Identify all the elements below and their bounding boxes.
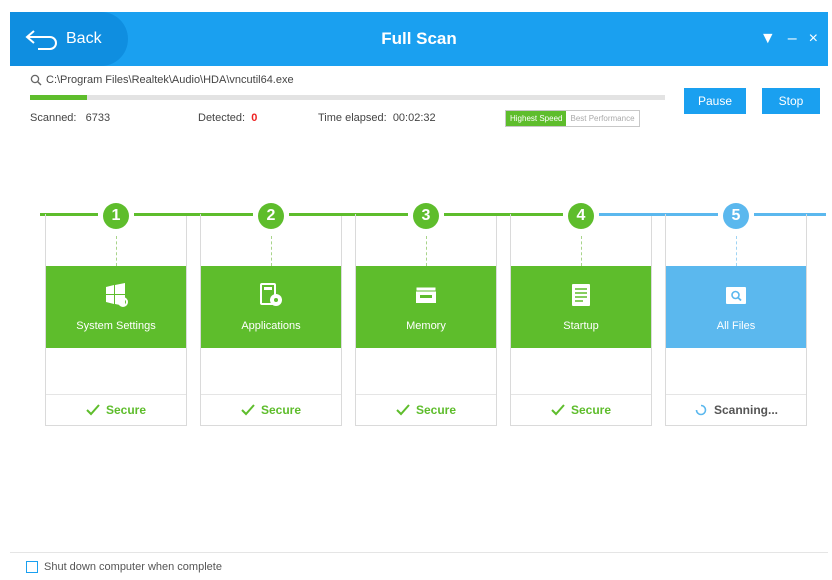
search-icon [30,74,42,86]
checkmark-icon [86,403,100,415]
step-number-node: 1 [100,200,132,232]
step-dashed-connector [116,236,117,266]
settings-icon [106,283,128,307]
step-category-label: Applications [241,320,301,332]
close-icon[interactable]: × [809,30,818,48]
scan-progress-fill [30,95,88,100]
stop-button[interactable]: Stop [762,88,820,114]
memory-icon [415,286,437,303]
step-number-node: 5 [720,200,752,232]
step-number: 5 [723,203,749,229]
scan-progress-bar [30,95,665,100]
step-status: Secure [46,394,186,424]
shutdown-checkbox[interactable] [26,560,38,573]
step-category-panel: Startup [511,266,651,348]
step-number-node: 4 [565,200,597,232]
step-status: Scanning... [666,394,806,424]
menu-icon[interactable]: ▼ [760,30,776,48]
step-dashed-connector [271,236,272,266]
step-number: 1 [103,203,129,229]
highest-speed-option[interactable]: Highest Speed [506,111,567,126]
detected-stat: Detected: 0 [198,112,257,124]
back-arrow-icon [25,30,57,50]
step-dashed-connector [581,236,582,266]
pause-button[interactable]: Pause [684,88,746,114]
current-file-text: C:\Program Files\Realtek\Audio\HDA\vncut… [46,74,294,86]
best-performance-option[interactable]: Best Performance [566,111,639,126]
step-status-text: Secure [415,402,457,417]
step-dashed-connector [736,236,737,266]
step-category-label: Memory [406,320,446,332]
step-status: Secure [201,394,341,424]
step-status-text: Scanning... [713,402,778,417]
title-bar: Back Full Scan ▼ – × [10,12,828,66]
step-category-label: System Settings [76,320,156,332]
checkmark-icon [241,403,255,415]
elapsed-value: 00:02:32 [392,112,436,124]
scanned-stat: Scanned: 6733 [30,112,110,124]
shutdown-label: Shut down computer when complete [44,560,222,573]
applications-icon [260,283,282,306]
step-number: 4 [568,203,594,229]
step-status-text: Secure [105,402,147,417]
back-button[interactable]: Back [10,12,128,66]
all-files-icon [726,287,746,304]
checkmark-icon [396,403,410,415]
step-number: 3 [413,203,439,229]
speed-mode-toggle: Highest Speed Best Performance [505,110,640,127]
current-file-path: C:\Program Files\Realtek\Audio\HDA\vncut… [30,74,294,86]
step-category-panel: System Settings [46,266,186,348]
startup-icon [572,284,590,306]
step-number-node: 3 [410,200,442,232]
checkmark-icon [551,403,565,415]
elapsed-label: Time elapsed: [318,112,387,124]
back-label: Back [66,30,102,47]
step-category-panel: All Files [666,266,806,348]
loading-spinner-icon [695,404,707,415]
step-category-panel: Memory [356,266,496,348]
detected-value: 0 [251,112,258,124]
footer: Shut down computer when complete [10,552,828,580]
window-title: Full Scan [381,29,457,48]
step-dashed-connector [426,236,427,266]
minimize-icon[interactable]: – [788,30,797,48]
elapsed-stat: Time elapsed: 00:02:32 [318,112,436,124]
step-number-node: 2 [255,200,287,232]
scanned-value: 6733 [85,112,111,124]
step-number: 2 [258,203,284,229]
step-category-panel: Applications [201,266,341,348]
step-category-label: Startup [563,320,599,332]
step-status: Secure [356,394,496,424]
step-category-label: All Files [716,320,756,332]
detected-label: Detected: [198,112,246,124]
step-status: Secure [511,394,651,424]
step-status-text: Secure [260,402,302,417]
scanned-label: Scanned: [30,112,77,124]
step-status-text: Secure [570,402,612,417]
